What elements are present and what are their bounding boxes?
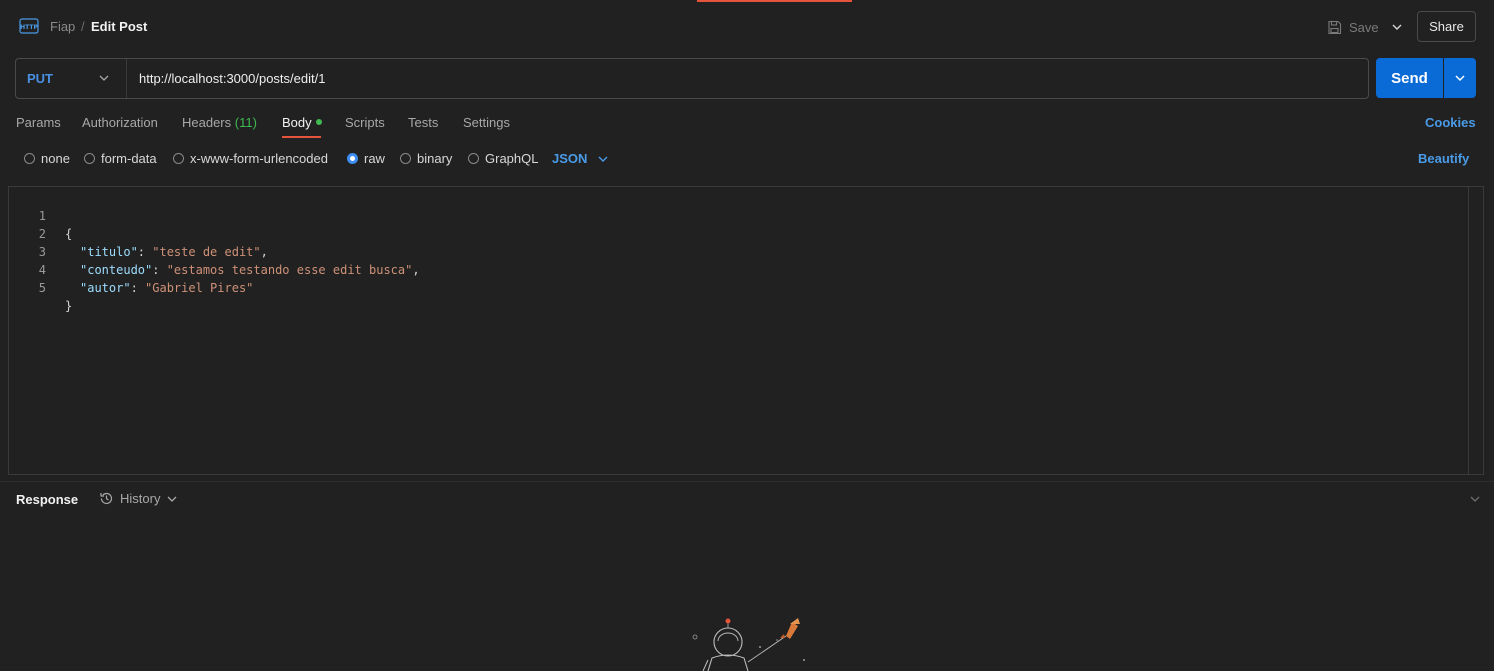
radio-label: raw	[364, 151, 385, 166]
radio-circle	[84, 153, 95, 164]
chevron-down-icon	[598, 156, 608, 162]
beautify-button[interactable]: Beautify	[1418, 151, 1469, 166]
body-editor[interactable]: 1 { 2 "titulo": "teste de edit", 3 "cont…	[8, 186, 1484, 475]
method-label: PUT	[27, 71, 53, 86]
url-input[interactable]: http://localhost:3000/posts/edit/1	[139, 71, 325, 86]
breadcrumb-collection[interactable]: Fiap	[50, 19, 75, 35]
tab-scripts[interactable]: Scripts	[345, 115, 385, 130]
share-button[interactable]: Share	[1417, 11, 1476, 42]
chevron-down-icon	[167, 496, 177, 502]
format-label: JSON	[552, 151, 588, 166]
response-panel-header: Response History	[0, 481, 1494, 515]
editor-scrollbar[interactable]	[1468, 187, 1469, 474]
url-bar: PUT http://localhost:3000/posts/edit/1	[15, 58, 1369, 99]
tab-tests[interactable]: Tests	[408, 115, 438, 130]
chevron-down-icon	[1455, 75, 1465, 82]
radio-circle	[400, 153, 411, 164]
radio-circle-selected	[347, 153, 358, 164]
json-comma: ,	[412, 263, 420, 277]
radio-urlencoded[interactable]: x-www-form-urlencoded	[173, 151, 328, 166]
request-tabs: Params Authorization Headers (11) Body S…	[0, 110, 1494, 138]
radio-form-data[interactable]: form-data	[84, 151, 157, 166]
format-select[interactable]: JSON	[552, 151, 609, 166]
body-type-selector: none form-data x-www-form-urlencoded raw…	[0, 148, 1494, 170]
astronaut-illustration	[692, 618, 805, 671]
code-line: 1 {	[9, 189, 72, 241]
request-title[interactable]: Edit Post	[91, 19, 147, 35]
json-value: "Gabriel Pires"	[145, 281, 254, 295]
body-modified-dot	[315, 119, 322, 125]
tab-params[interactable]: Params	[16, 115, 61, 130]
radio-circle	[468, 153, 479, 164]
json-value: "teste de edit"	[152, 245, 261, 259]
radio-binary[interactable]: binary	[400, 151, 452, 166]
history-icon	[100, 492, 113, 505]
json-key: "titulo"	[80, 245, 138, 259]
headers-count-badge: (11)	[234, 115, 257, 130]
send-button[interactable]: Send	[1376, 58, 1443, 98]
tab-headers-label: Headers	[182, 115, 232, 130]
json-comma: ,	[260, 245, 268, 259]
save-label: Save	[1349, 19, 1379, 35]
line-number: 5	[38, 281, 46, 295]
radio-label: none	[41, 151, 70, 166]
request-header: HTTP Fiap / Edit Post Save Share	[0, 0, 1494, 54]
code-line: 3 "conteudo": "estamos testando esse edi…	[9, 225, 420, 277]
breadcrumb-separator: /	[81, 19, 85, 34]
collapse-panel-icon[interactable]	[1468, 492, 1482, 506]
radio-label: GraphQL	[485, 151, 539, 166]
send-options-button[interactable]	[1444, 58, 1476, 98]
radio-graphql[interactable]: GraphQL	[468, 151, 538, 166]
radio-circle	[24, 153, 35, 164]
radio-label: form-data	[101, 151, 157, 166]
code-line: 2 "titulo": "teste de edit",	[9, 207, 268, 259]
radio-label: x-www-form-urlencoded	[190, 151, 328, 166]
svg-text:HTTP: HTTP	[20, 24, 38, 31]
json-key: "conteudo"	[80, 263, 153, 277]
save-button[interactable]: Save	[1327, 16, 1379, 38]
code-line: 5 }	[9, 261, 72, 313]
active-tab-underline	[282, 136, 321, 138]
radio-raw[interactable]: raw	[347, 151, 385, 166]
json-key: "autor"	[80, 281, 131, 295]
history-dropdown[interactable]: History	[99, 491, 178, 506]
chevron-down-icon	[99, 75, 109, 81]
tab-headers[interactable]: Headers (11)	[182, 115, 257, 130]
cookies-link[interactable]: Cookies	[1425, 115, 1476, 130]
tab-body[interactable]: Body	[282, 115, 322, 130]
radio-none[interactable]: none	[24, 151, 70, 166]
code-text: "titulo": "teste de edit",	[80, 245, 268, 259]
tab-authorization[interactable]: Authorization	[82, 115, 158, 130]
radio-label: binary	[417, 151, 453, 166]
response-title: Response	[16, 492, 79, 507]
tab-body-label: Body	[282, 115, 312, 130]
code-text: "autor": "Gabriel Pires"	[80, 281, 254, 295]
code-text: }	[65, 299, 73, 313]
http-request-icon: HTTP	[19, 18, 39, 34]
method-select[interactable]: PUT	[16, 59, 127, 98]
chevron-down-icon[interactable]	[1388, 18, 1406, 36]
code-text: "conteudo": "estamos testando esse edit …	[80, 263, 420, 277]
history-label: History	[120, 491, 161, 506]
code-line: 4 "autor": "Gabriel Pires"	[9, 243, 254, 295]
code-text: {	[65, 227, 73, 241]
save-icon	[1328, 20, 1342, 34]
radio-circle	[173, 153, 184, 164]
tab-settings[interactable]: Settings	[463, 115, 510, 130]
json-value: "estamos testando esse edit busca"	[166, 263, 413, 277]
